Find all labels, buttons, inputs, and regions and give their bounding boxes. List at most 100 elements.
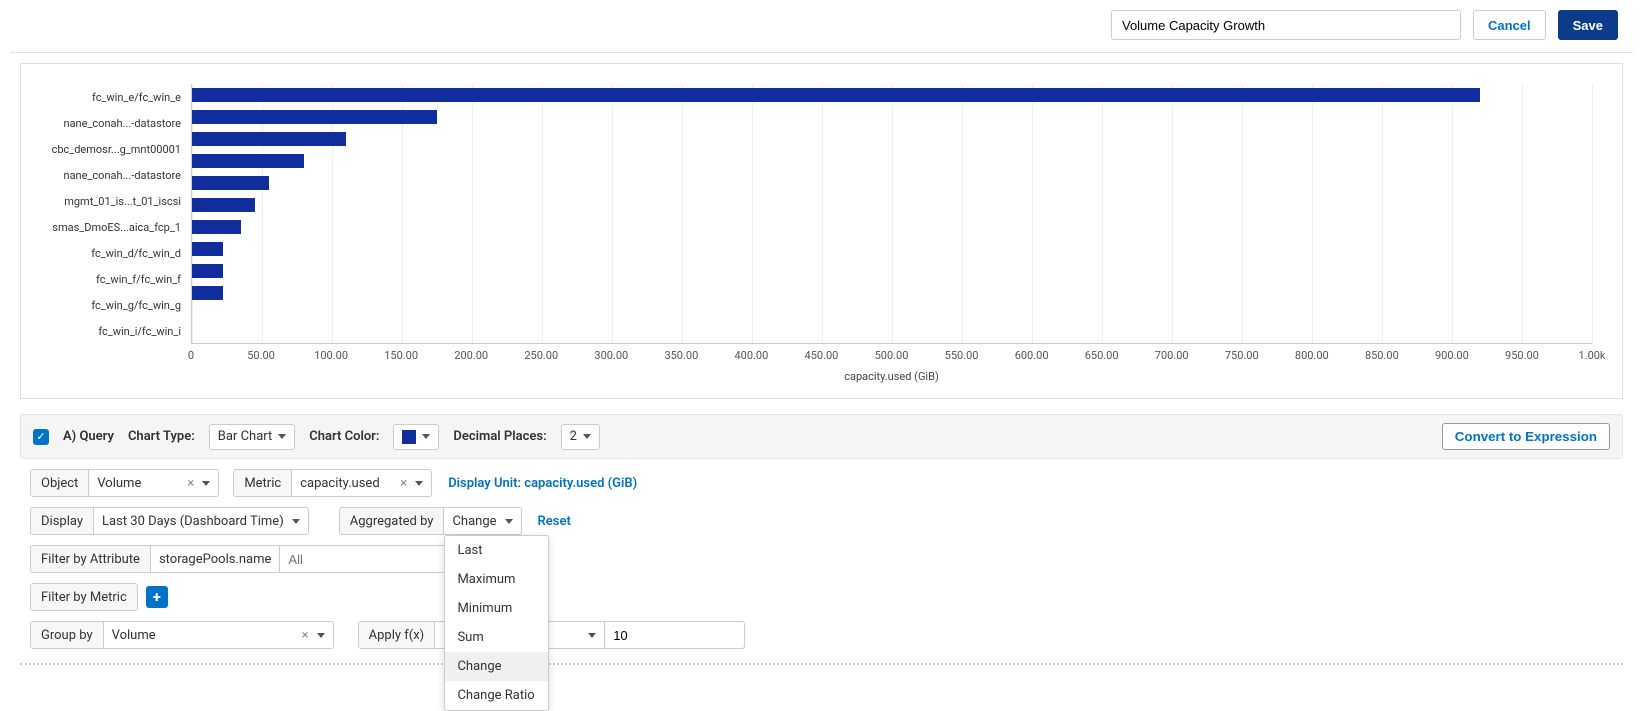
dropdown-item[interactable]: Change Ratio [445, 681, 548, 710]
row-filter-metric: Filter by Metric + [30, 583, 1623, 611]
chevron-down-icon [278, 434, 286, 439]
query-controls: Object Volume × Metric capacity.used × D… [20, 459, 1623, 649]
chart-type-select[interactable]: Bar Chart [209, 424, 295, 450]
group-by-select[interactable]: Volume × [104, 621, 334, 649]
query-enabled-checkbox[interactable]: ✓ [33, 429, 49, 445]
chart-bar[interactable] [192, 220, 241, 234]
save-button[interactable]: Save [1558, 10, 1618, 40]
chart-type-value: Bar Chart [218, 429, 272, 444]
display-timerange-select[interactable]: Last 30 Days (Dashboard Time) [94, 507, 309, 535]
object-label: Object [30, 469, 89, 497]
aggregated-value: Change [452, 514, 496, 529]
grid-line [542, 84, 543, 343]
query-panel: ✓ A) Query Chart Type: Bar Chart Chart C… [20, 414, 1623, 649]
chart-bar[interactable] [192, 110, 437, 124]
x-tick-label: 250.00 [524, 349, 558, 362]
chart-bar[interactable] [192, 154, 304, 168]
decimal-places-select[interactable]: 2 [561, 424, 600, 450]
chevron-down-icon [292, 519, 300, 524]
filter-attribute-value: storagePools.name [159, 552, 271, 567]
grid-line [752, 84, 753, 343]
grid-line [1592, 84, 1593, 343]
query-section-label: A) Query [63, 429, 114, 444]
chart-panel: fc_win_e/fc_win_e nane_conah...-datastore… [20, 63, 1623, 399]
clear-icon[interactable]: × [302, 628, 309, 643]
chevron-down-icon [317, 633, 325, 638]
x-tick-label: 400.00 [734, 349, 768, 362]
dropdown-item[interactable]: Sum [445, 623, 548, 652]
decimal-value: 2 [570, 429, 577, 444]
y-tick-label: fc_win_g/fc_win_g [51, 292, 191, 318]
x-tick-label: 150.00 [384, 349, 418, 362]
clear-icon[interactable]: × [187, 476, 194, 491]
dropdown-item[interactable]: Last [445, 536, 548, 565]
metric-select[interactable]: capacity.used × [292, 469, 432, 497]
chart-bar[interactable] [192, 132, 346, 146]
grid-line [1242, 84, 1243, 343]
x-tick-label: 750.00 [1225, 349, 1259, 362]
apply-fx-label: Apply f(x) [358, 621, 436, 649]
metric-value: capacity.used [300, 476, 379, 491]
y-tick-label: fc_win_d/fc_win_d [51, 240, 191, 266]
cancel-button[interactable]: Cancel [1473, 10, 1546, 40]
aggregated-by-dropdown: LastMaximumMinimumSumChangeChange Ratio [444, 535, 549, 711]
display-value: Last 30 Days (Dashboard Time) [102, 514, 284, 529]
x-tick-label: 50.00 [247, 349, 275, 362]
chart-color-select[interactable] [393, 424, 439, 450]
y-tick-label: mgmt_01_is...t_01_iscsi [51, 188, 191, 214]
chevron-down-icon [415, 481, 423, 486]
y-tick-label: fc_win_f/fc_win_f [51, 266, 191, 292]
x-tick-label: 350.00 [664, 349, 698, 362]
object-value: Volume [97, 476, 141, 491]
add-filter-metric-button[interactable]: + [146, 586, 168, 608]
grid-line [822, 84, 823, 343]
chevron-down-icon [583, 434, 591, 439]
grid-line [682, 84, 683, 343]
y-tick-label: nane_conah...-datastore [51, 162, 191, 188]
x-tick-label: 500.00 [875, 349, 909, 362]
chart-bar[interactable] [192, 176, 269, 190]
chart-bar[interactable] [192, 198, 255, 212]
reset-link[interactable]: Reset [538, 514, 571, 529]
filter-attribute-label: Filter by Attribute [30, 545, 151, 573]
decimal-places-label: Decimal Places: [453, 429, 546, 444]
grid-line [962, 84, 963, 343]
filter-attribute-field-select[interactable]: storagePools.name [151, 545, 280, 573]
convert-to-expression-button[interactable]: Convert to Expression [1442, 423, 1610, 450]
apply-fx-count-input[interactable] [605, 621, 745, 649]
chevron-down-icon [422, 434, 430, 439]
row-object-metric: Object Volume × Metric capacity.used × D… [30, 469, 1623, 497]
chart-color-label: Chart Color: [309, 429, 379, 444]
display-unit-link[interactable]: Display Unit: capacity.used (GiB) [448, 476, 637, 491]
y-axis-labels: fc_win_e/fc_win_e nane_conah...-datastore… [51, 84, 191, 344]
chart-bars-container [191, 84, 1592, 344]
chart-bar[interactable] [192, 264, 223, 278]
chevron-down-icon [505, 519, 513, 524]
chart-bar[interactable] [192, 242, 223, 256]
row-filter-attribute: Filter by Attribute storagePools.name + [30, 545, 1623, 573]
widget-title-input[interactable] [1111, 10, 1461, 40]
grid-line [1452, 84, 1453, 343]
chevron-down-icon [588, 633, 596, 638]
object-select[interactable]: Volume × [89, 469, 219, 497]
x-tick-label: 700.00 [1155, 349, 1189, 362]
dropdown-item[interactable]: Minimum [445, 594, 548, 623]
grid-line [1382, 84, 1383, 343]
grid-line [612, 84, 613, 343]
header-bar: Cancel Save [10, 10, 1633, 48]
y-tick-label: smas_DmoES...aica_fcp_1 [51, 214, 191, 240]
y-tick-label: fc_win_e/fc_win_e [51, 84, 191, 110]
aggregated-by-select[interactable]: Change [444, 507, 521, 535]
clear-icon[interactable]: × [400, 476, 407, 491]
dropdown-item[interactable]: Maximum [445, 565, 548, 594]
group-by-label: Group by [30, 621, 104, 649]
x-tick-label: 450.00 [805, 349, 839, 362]
x-tick-label: 800.00 [1295, 349, 1329, 362]
x-tick-label: 0 [188, 349, 194, 362]
dropdown-item[interactable]: Change [445, 652, 548, 681]
x-tick-label: 100.00 [314, 349, 348, 362]
grid-line [1032, 84, 1033, 343]
chart-bar[interactable] [192, 286, 223, 300]
display-label: Display [30, 507, 94, 535]
chart-bar[interactable] [192, 88, 1480, 102]
